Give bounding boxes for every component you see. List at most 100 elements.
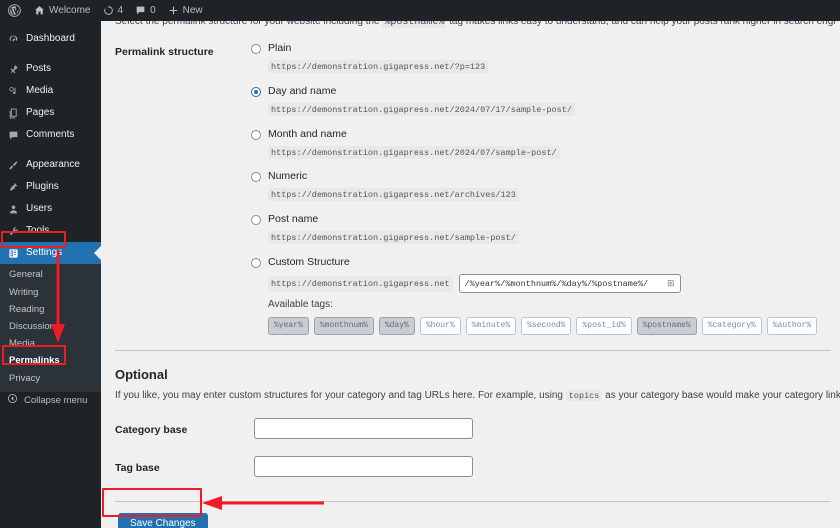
wordpress-admin-screen: Welcome 4 0 New Dashboard Posts Media Pa… [0,0,840,528]
admin-bar-comments[interactable]: 0 [129,0,162,21]
submenu-item-reading[interactable]: Reading [0,301,101,318]
radio-month-and-name[interactable] [251,130,261,140]
dashboard-icon [7,34,20,45]
radio-custom-structure[interactable] [251,258,261,268]
sidebar-item-label: Plugins [26,181,59,192]
user-icon [7,204,20,215]
sidebar-item-label: Posts [26,63,52,74]
option-label: Custom Structure [268,256,350,268]
updates-count: 4 [117,5,124,16]
category-base-label: Category base [115,424,188,436]
submenu-item-writing[interactable]: Writing [0,284,101,301]
plus-icon [168,5,179,16]
sidebar-item-users[interactable]: Users [0,198,101,220]
permalink-structure-label: Permalink structure [115,46,214,58]
optional-description: If you like, you may enter custom struct… [115,390,840,401]
custom-structure-input[interactable]: /%year%/%monthnum%/%day%/%postname%/ ⊞ [458,274,681,293]
option-url-example: https://demonstration.gigapress.net/2024… [268,103,575,116]
comments-count: 0 [150,5,156,16]
tag-hour[interactable]: %hour% [419,317,461,335]
media-icon [7,86,20,97]
radio-plain[interactable] [251,44,261,54]
permalink-option-numeric[interactable]: Numeric https://demonstration.gigapress.… [251,171,519,202]
pages-icon [7,108,20,119]
sidebar-item-dashboard[interactable]: Dashboard [0,28,101,50]
permalink-option-month-and-name[interactable]: Month and name https://demonstration.gig… [251,129,560,160]
option-url-example: https://demonstration.gigapress.net/samp… [268,231,519,244]
radio-numeric[interactable] [251,172,261,182]
permalink-option-plain[interactable]: Plain https://demonstration.gigapress.ne… [251,42,489,74]
sidebar-item-label: Users [26,203,53,214]
option-url-example: https://demonstration.gigapress.net/arch… [268,188,519,201]
save-changes-button[interactable]: Save Changes [118,513,208,528]
home-icon [34,5,45,16]
submenu-item-permalinks[interactable]: Permalinks [0,353,101,370]
custom-structure-prefix: https://demonstration.gigapress.net [268,275,453,292]
available-tags-list: %year% %monthnum% %day% %hour% %minute% … [268,317,818,335]
available-tags-label: Available tags: [268,299,333,310]
footer-divider [115,501,831,502]
comment-bubble-icon [135,5,146,16]
permalink-option-day-and-name[interactable]: Day and name https://demonstration.gigap… [251,86,575,117]
admin-bar-updates[interactable]: 4 [97,0,130,21]
admin-bar-site-name[interactable]: Welcome [28,0,97,21]
sidebar-item-comments[interactable]: Comments [0,124,101,146]
radio-day-and-name[interactable] [251,87,261,97]
sidebar-item-label: Dashboard [26,33,75,44]
option-label: Post name [268,213,319,225]
paintbrush-icon [7,160,20,171]
admin-bar-new-label: New [182,5,203,16]
sidebar-item-plugins[interactable]: Plugins [0,176,101,198]
sidebar-item-label: Appearance [26,159,80,170]
pin-icon [7,64,20,75]
topics-code-inline: topics [565,390,603,401]
settings-submenu: General Writing Reading Discussion Media… [0,264,101,392]
optional-heading: Optional [115,367,168,382]
submenu-item-discussion[interactable]: Discussion [0,319,101,336]
tag-postname[interactable]: %postname% [636,317,697,335]
tag-base-label: Tag base [115,462,160,474]
tag-category[interactable]: %category% [701,317,762,335]
submenu-item-general[interactable]: General [0,267,101,284]
submenu-item-media[interactable]: Media [0,336,101,353]
sidebar-item-pages[interactable]: Pages [0,102,101,124]
category-base-input[interactable] [254,418,473,439]
option-label: Month and name [268,128,347,140]
radio-post-name[interactable] [251,215,261,225]
tag-base-input[interactable] [254,456,473,477]
permalink-intro-text: Select the permalink structure for your … [115,21,835,28]
tag-year[interactable]: %year% [268,317,309,335]
postname-tag-inline: %postname% [382,21,447,28]
sidebar-item-label: Comments [26,129,75,140]
permalink-option-post-name[interactable]: Post name https://demonstration.gigapres… [251,214,519,245]
sidebar-item-posts[interactable]: Posts [0,58,101,80]
updates-icon [103,5,114,16]
admin-bar-new[interactable]: New [162,0,209,21]
tag-post-id[interactable]: %post_id% [576,317,632,335]
admin-bar-site-label: Welcome [49,5,91,16]
collapse-menu-button[interactable]: Collapse menu [0,390,101,410]
sidebar-item-appearance[interactable]: Appearance [0,154,101,176]
sidebar-item-label: Tools [26,225,50,236]
option-label: Day and name [268,85,337,97]
collapse-menu-label: Collapse menu [24,394,88,406]
wordpress-logo-icon[interactable] [0,0,28,21]
permalink-option-custom-structure[interactable]: Custom Structure https://demonstration.g… [251,257,681,293]
tag-minute[interactable]: %minute% [465,317,517,335]
tag-second[interactable]: %second% [521,317,572,335]
option-label: Plain [268,42,292,54]
resize-handle-icon[interactable]: ⊞ [667,278,675,289]
sidebar-item-tools[interactable]: Tools [0,220,101,242]
section-divider [115,350,831,351]
sidebar-item-settings[interactable]: Settings [0,242,101,264]
sidebar-item-label: Media [26,85,54,96]
comment-icon [7,130,20,141]
tag-author[interactable]: %author% [766,317,818,335]
permalink-settings-panel: Select the permalink structure for your … [101,21,840,528]
option-url-example: https://demonstration.gigapress.net/2024… [268,146,560,159]
option-url-example: https://demonstration.gigapress.net/?p=1… [268,60,489,73]
sidebar-item-media[interactable]: Media [0,80,101,102]
submenu-item-privacy[interactable]: Privacy [0,370,101,387]
tag-day[interactable]: %day% [378,317,415,335]
tag-monthnum[interactable]: %monthnum% [313,317,374,335]
